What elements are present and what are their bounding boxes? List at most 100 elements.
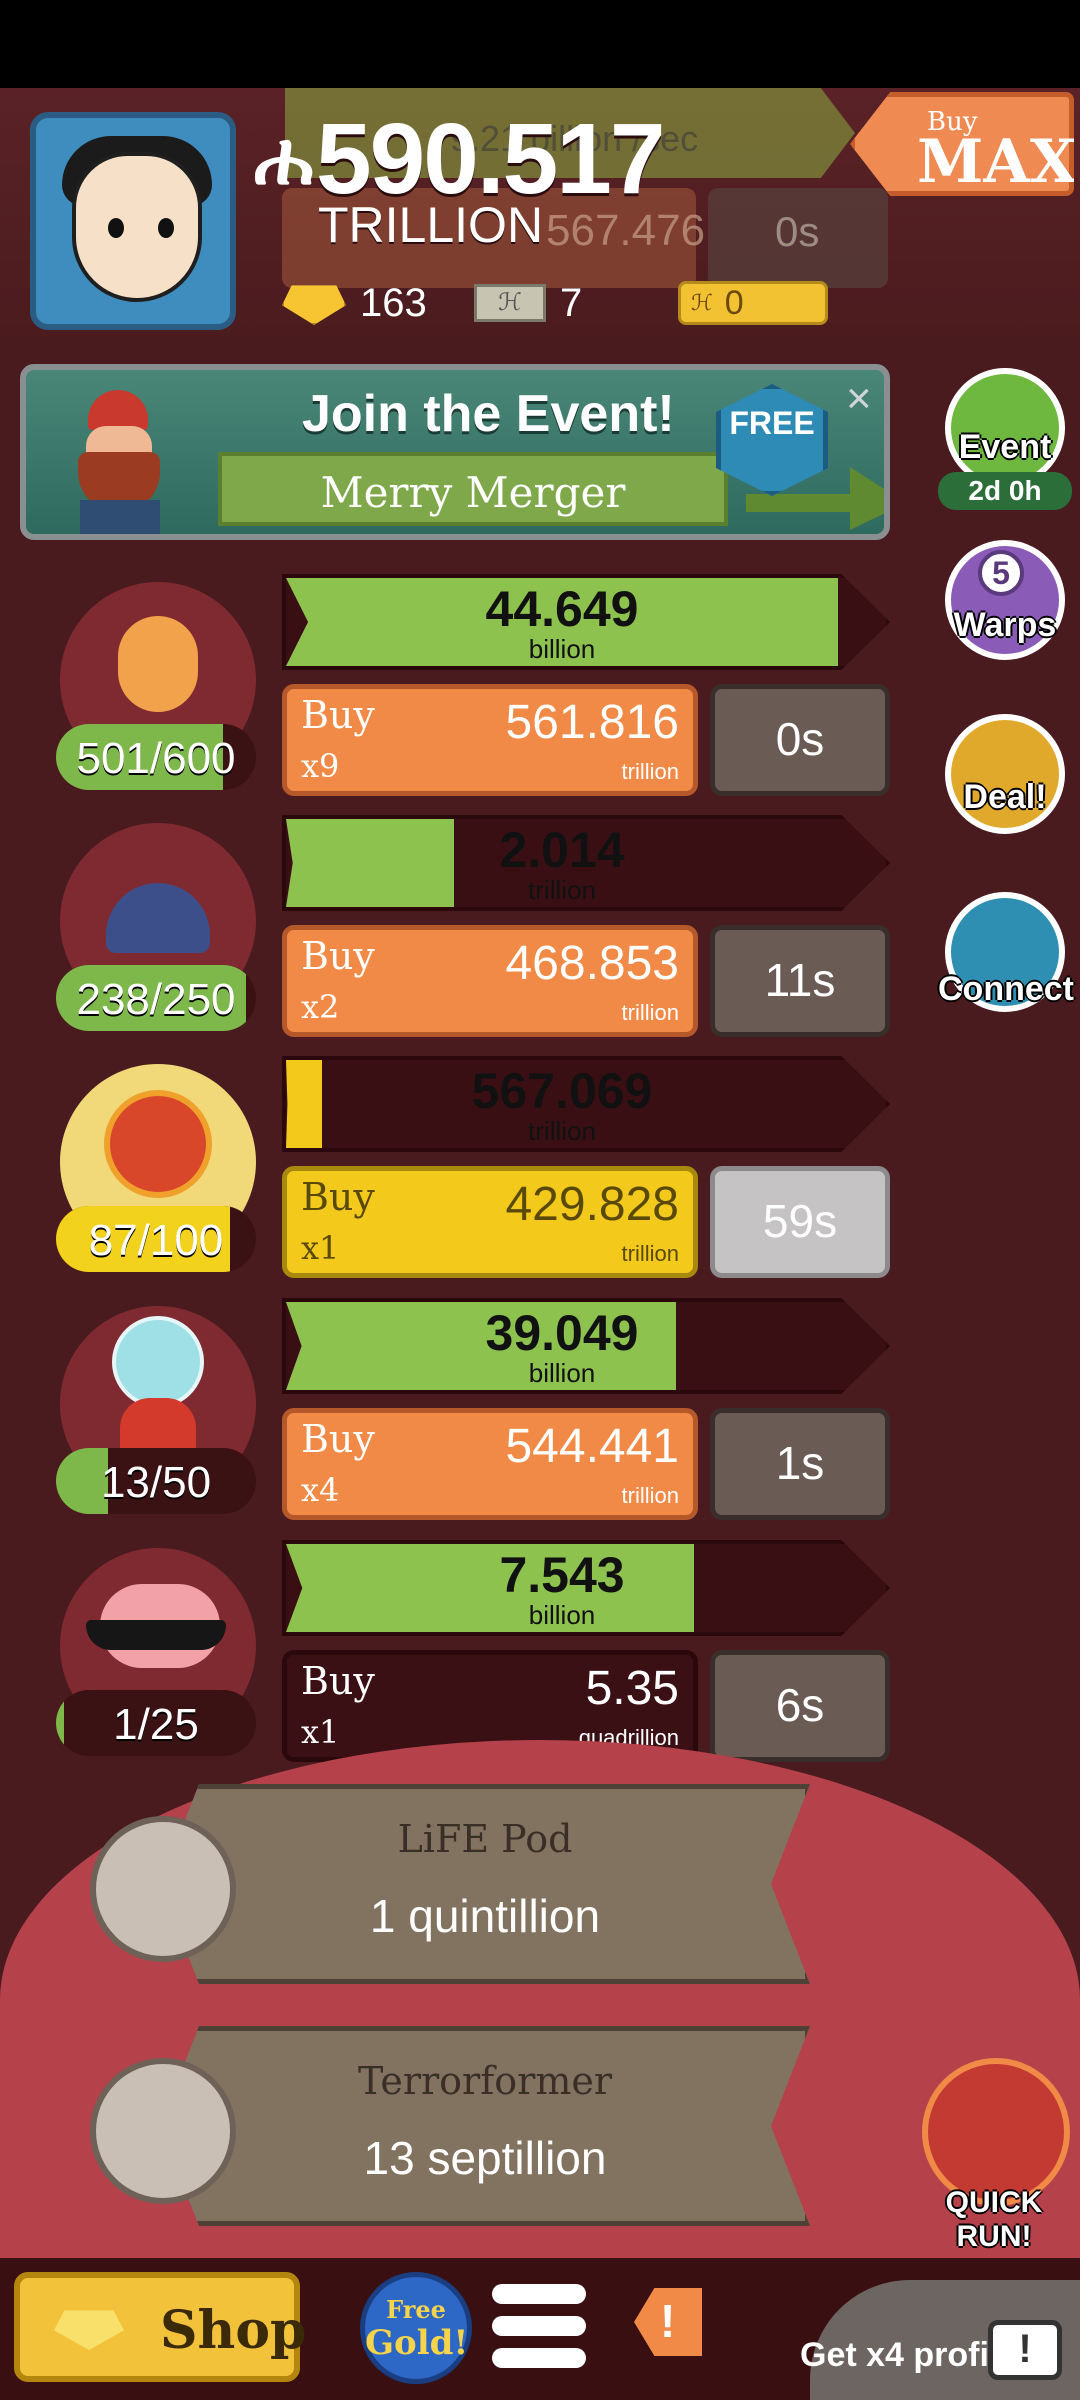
shop-label: Shop (160, 2300, 307, 2361)
locked-business-name: Terrorformer (357, 2059, 613, 2103)
buy-cost-unit: trillion (621, 1000, 679, 1025)
warps-button[interactable]: 5 Warps (938, 540, 1072, 674)
megabuck-icon: ℋ (474, 284, 546, 322)
profit-value: 44.649 (485, 581, 639, 637)
business-row: 501/600 44.649 billion Buy x9 561.816 tr… (0, 574, 900, 804)
ticket-icon-glyph: ℋ (691, 290, 713, 315)
free-gold-badge: FREE (716, 384, 828, 496)
event-banner[interactable]: Join the Event! Merry Merger FREE × (20, 364, 890, 540)
menu-line (492, 2348, 586, 2368)
x4-profit-button[interactable]: Get x4 profit! ! (770, 2250, 1080, 2400)
owned-counter: 87/100 (56, 1206, 256, 1272)
buy-cost: 468.853 (505, 937, 679, 990)
menu-line (492, 2316, 586, 2336)
cycle-timer: 1s (710, 1408, 890, 1520)
gold-counter: 163 (282, 278, 427, 328)
buy-max-label: MAX (917, 127, 1077, 197)
locked-business-terrorformer[interactable]: Terrorformer 13 septillion (160, 2026, 810, 2226)
avatar-eye-right (158, 218, 174, 238)
business-row: 87/100 567.069 trillion Buy x1 429.828 t… (0, 1056, 900, 1286)
buy-cost-unit: trillion (621, 1483, 679, 1508)
tv-icon: ! (988, 2320, 1062, 2380)
cycle-timer: 59s (710, 1166, 890, 1278)
profit-value: 39.049 (485, 1305, 639, 1361)
owned-counter: 238/250 (56, 965, 256, 1031)
warps-label: Warps (953, 606, 1057, 644)
event-subtitle: Merry Merger (320, 468, 626, 517)
buy-cost: 5.35 (585, 1662, 679, 1715)
deal-button[interactable]: Deal! (938, 714, 1072, 848)
cycle-timer: 6s (710, 1650, 890, 1762)
buy-button[interactable]: Buy x9 561.816 trillion (282, 684, 698, 796)
warps-count: 5 (978, 550, 1024, 596)
buy-label: Buy (301, 934, 375, 978)
locked-business-name: LiFE Pod (397, 1817, 573, 1861)
alert-icon[interactable]: ! (634, 2288, 702, 2356)
free-gold-label-top: Free (386, 2295, 446, 2324)
locked-business-lifepod[interactable]: LiFE Pod 1 quintillion (160, 1784, 810, 1984)
buy-multiplier: x1 (301, 1713, 340, 1751)
owned-counter: 1/25 (56, 1690, 256, 1756)
megabucks-counter: ℋ 7 (474, 278, 582, 328)
header: 9.21 billion /sec 567.476 0s ሐ 590.517 T… (0, 88, 1080, 348)
owned-count: 238/250 (76, 975, 236, 1024)
avatar-face (72, 152, 202, 302)
profit-progress-bar: 44.649 billion (282, 574, 890, 670)
lifepod-icon (90, 1816, 236, 1962)
buy-button[interactable]: Buy x1 429.828 trillion (282, 1166, 698, 1278)
santa-character-icon (60, 390, 180, 534)
close-icon[interactable]: × (846, 374, 872, 424)
buy-button[interactable]: Buy x4 544.441 trillion (282, 1408, 698, 1520)
cycle-timer: 11s (710, 925, 890, 1037)
business-row: 238/250 2.014 trillion Buy x2 468.853 tr… (0, 815, 900, 1045)
quick-run-button[interactable]: QUICK RUN! (912, 2058, 1076, 2258)
santa-hat (88, 390, 148, 430)
shop-button[interactable]: Shop (14, 2272, 306, 2382)
event-subtitle-banner: Merry Merger (218, 452, 728, 526)
megabucks-amount: 7 (560, 280, 583, 325)
owned-counter: 13/50 (56, 1448, 256, 1514)
buy-max-button[interactable]: Buy MAX (850, 92, 1074, 196)
locked-business-cost: 13 septillion (363, 2132, 607, 2184)
buy-multiplier: x4 (301, 1471, 340, 1509)
locked-business-cost: 1 quintillion (369, 1890, 601, 1942)
connect-label: Connect (938, 970, 1074, 1008)
event-button[interactable]: Event 2d 0h (938, 368, 1072, 510)
tickets-counter: ℋ 0 (678, 278, 828, 328)
x4-profit-label: Get x4 profit! (800, 2336, 1012, 2374)
cycle-timer: 0s (710, 684, 890, 796)
brain-sunglasses-icon (922, 2058, 1070, 2206)
ghost-time: 0s (775, 208, 820, 255)
free-gold-button[interactable]: Free Gold! (360, 2272, 472, 2384)
buy-label: Buy (301, 693, 375, 737)
buy-cost: 429.828 (505, 1178, 679, 1231)
profit-value: 2.014 (499, 822, 625, 878)
business-row: 1/25 7.543 billion Buy x1 5.35 quadrilli… (0, 1540, 900, 1770)
menu-icon[interactable] (492, 2284, 586, 2370)
santa-body (80, 500, 160, 534)
event-title: Join the Event! (302, 385, 675, 443)
buy-multiplier: x9 (301, 747, 340, 785)
person-icon (118, 616, 198, 712)
profit-unit: billion (528, 1600, 596, 1630)
owned-count: 501/600 (76, 734, 236, 783)
player-avatar[interactable] (30, 112, 236, 330)
status-bar (0, 0, 1080, 88)
profit-progress-bar: 567.069 trillion (282, 1056, 890, 1152)
buy-cost-unit: trillion (621, 1241, 679, 1266)
astronaut-icon (112, 1316, 204, 1408)
connect-button[interactable]: Connect (938, 892, 1074, 1026)
buy-label: Buy (301, 1175, 375, 1219)
tickets-amount: 0 (724, 283, 744, 322)
sunglasses-icon (86, 1620, 226, 1650)
profit-unit: billion (528, 634, 596, 664)
free-gold-label-bottom: Gold! (365, 2323, 469, 2363)
buy-multiplier: x2 (301, 988, 340, 1026)
buy-button[interactable]: Buy x2 468.853 trillion (282, 925, 698, 1037)
owned-count: 87/100 (88, 1216, 224, 1265)
coin-icon (104, 1090, 212, 1198)
owned-count: 13/50 (100, 1458, 212, 1507)
currency-icon: ሐ (254, 117, 314, 200)
buy-label: Buy (301, 1417, 375, 1461)
gold-gem-icon (54, 2310, 124, 2350)
